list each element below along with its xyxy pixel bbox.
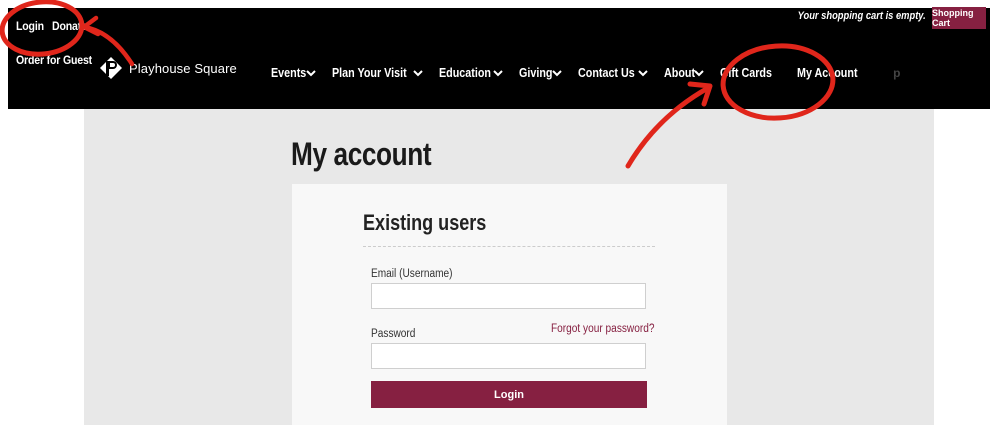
donate-link[interactable]: Donate [52, 19, 87, 33]
nav-giving[interactable]: Giving [519, 66, 562, 80]
password-field[interactable] [371, 343, 646, 369]
chevron-down-icon [694, 70, 704, 77]
chevron-down-icon [413, 70, 423, 77]
nav-events[interactable]: Events [271, 66, 316, 80]
forgot-password-link[interactable]: Forgot your password? [551, 323, 655, 335]
nav-my-account[interactable]: My Account [797, 66, 867, 80]
main-nav: Events Plan Your Visit Education Giving … [271, 66, 900, 80]
nav-about[interactable]: About [664, 66, 704, 80]
nav-plan-your-visit[interactable]: Plan Your Visit [332, 66, 423, 80]
chevron-down-icon [638, 70, 648, 77]
chevron-down-icon [552, 70, 562, 77]
nav-label: Events [271, 66, 307, 80]
nav-label: Gift Cards [720, 66, 773, 80]
order-for-guest-link[interactable]: Order for Guest [16, 53, 92, 67]
password-label: Password [371, 328, 416, 340]
page-title: My account [291, 136, 432, 172]
nav-label: Contact Us [578, 66, 635, 80]
playhouse-square-logo-icon [100, 57, 122, 79]
email-label: Email (Username) [371, 268, 453, 280]
nav-label: Giving [519, 66, 553, 80]
nav-education[interactable]: Education [439, 66, 503, 80]
brand-logo[interactable]: Playhouse Square [98, 57, 237, 79]
shopping-cart-button[interactable]: Shopping Cart [932, 7, 986, 29]
login-link[interactable]: Login [16, 19, 44, 33]
email-field[interactable] [371, 283, 646, 309]
existing-users-heading: Existing users [363, 210, 487, 235]
nav-gift-cards[interactable]: Gift Cards [720, 66, 780, 80]
login-submit-button[interactable]: Login [371, 381, 647, 408]
nav-label: My Account [796, 66, 858, 80]
chevron-down-icon [493, 70, 503, 77]
nav-contact-us[interactable]: Contact Us [578, 66, 648, 80]
cart-status-text: Your shopping cart is empty. [797, 10, 926, 22]
nav-label: Plan Your Visit [332, 66, 407, 80]
divider [363, 246, 655, 247]
nav-label: Education [438, 66, 491, 80]
brand-name: Playhouse Square [129, 60, 237, 76]
nav-faint-text: p [893, 66, 901, 80]
nav-label: About [664, 66, 696, 80]
chevron-down-icon [306, 70, 316, 77]
